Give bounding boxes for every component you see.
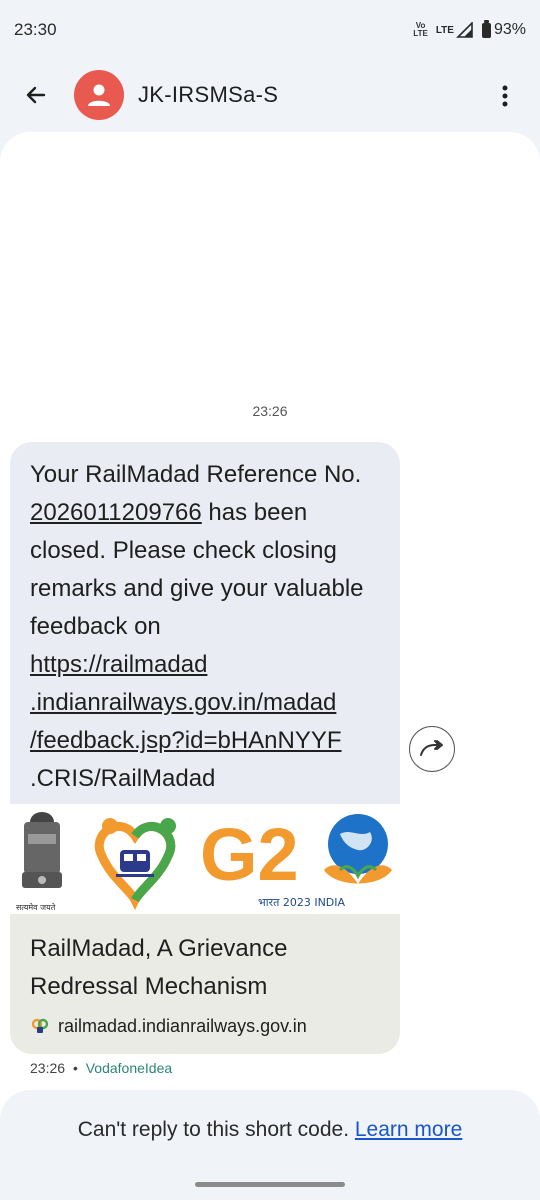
forward-icon [420, 740, 443, 756]
conversation-header: JK-IRSMSa-S [0, 60, 540, 130]
back-button[interactable] [16, 75, 56, 115]
status-time: 23:30 [14, 20, 57, 39]
learn-more-link[interactable]: Learn more [355, 1118, 462, 1141]
person-icon [88, 84, 110, 106]
time-divider: 23:26 [252, 403, 288, 419]
footer-text: Can't reply to this short code. Learn mo… [0, 1118, 540, 1142]
g20-logo-icon: G2 भारत 2023 INDIA [200, 813, 392, 909]
battery-icon [481, 19, 491, 38]
signal-icon: LTE [436, 22, 474, 38]
preview-domain: railmadad.indianrailways.gov.in [58, 1016, 307, 1036]
site-favicon-icon [31, 1018, 49, 1033]
svg-text:G2: G2 [200, 813, 299, 896]
reference-number-link[interactable]: 2026011209766 [30, 499, 202, 526]
status-icons: Vo LTE LTE 93% [413, 19, 526, 39]
meta-separator: • [72, 1060, 78, 1076]
message-tail: .CRIS/RailMadad [30, 765, 216, 792]
message-time: 23:26 [30, 1060, 66, 1076]
avatar[interactable] [74, 70, 124, 120]
g20-caption: भारत 2023 INDIA [258, 896, 346, 909]
more-vert-icon [502, 85, 508, 107]
status-bar: 23:30 Vo LTE LTE 93% [0, 0, 540, 60]
volte-icon: Vo LTE [413, 21, 428, 38]
preview-domain-row: railmadad.indianrailways.gov.in [30, 1016, 380, 1037]
battery-indicator: 93% [481, 19, 526, 39]
emblem-caption: सत्यमेव जयते [16, 902, 56, 912]
preview-banner: सत्यमेव जयते G2 भारत 2023 INDIA [16, 812, 392, 912]
cannot-reply-text: Can't reply to this short code. [77, 1118, 350, 1141]
share-button[interactable] [409, 726, 455, 772]
link-preview-card[interactable]: RailMadad, A Grievance Redressal Mechani… [10, 914, 400, 1054]
message-meta: 23:26 • VodafoneIdea [30, 1060, 172, 1076]
sim-carrier: VodafoneIdea [85, 1060, 173, 1076]
message-line: Your RailMadad Reference No. [30, 461, 362, 488]
message-bubble[interactable]: Your RailMadad Reference No. 20260112097… [10, 442, 400, 1054]
message-list[interactable]: 23:26 Your RailMadad Reference No. 20260… [0, 132, 540, 1200]
national-emblem-icon [18, 812, 66, 888]
contact-name[interactable]: JK-IRSMSa-S [138, 82, 278, 108]
home-indicator[interactable] [195, 1182, 345, 1187]
more-options-button[interactable] [490, 76, 520, 116]
preview-title: RailMadad, A Grievance Redressal Mechani… [30, 935, 288, 1000]
message-text: Your RailMadad Reference No. 20260112097… [10, 442, 400, 798]
link-preview-image[interactable]: सत्यमेव जयते G2 भारत 2023 INDIA [10, 804, 400, 914]
feedback-link[interactable]: https://railmadad .indianrailways.gov.in… [30, 646, 380, 760]
arrow-back-icon [26, 86, 46, 104]
railmadad-logo-icon [94, 818, 176, 911]
